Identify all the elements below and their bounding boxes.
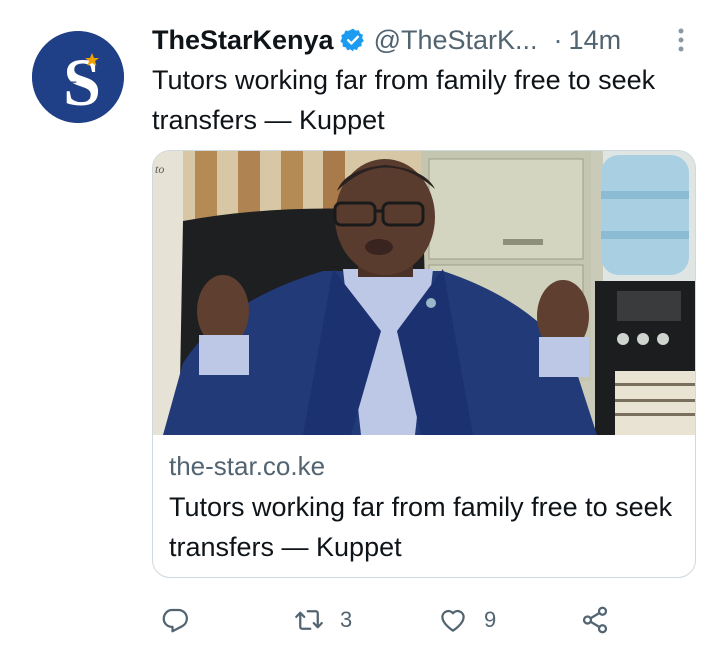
card-title: Tutors working far from family free to s… xyxy=(169,492,673,562)
retweet-count: 3 xyxy=(340,607,353,632)
separator-dot: · xyxy=(553,24,563,55)
reply-icon xyxy=(160,605,190,635)
thestar-logo: S THE xyxy=(32,31,124,123)
tweet-header: TheStarKenya @TheStarK... · 14m xyxy=(152,22,697,58)
like-button[interactable]: 9 xyxy=(438,600,496,640)
retweet-icon xyxy=(294,605,324,635)
avatar-small-text: THE xyxy=(55,80,77,92)
tweet-text: Tutors working far from family free to s… xyxy=(152,65,656,135)
author-handle[interactable]: @TheStarK... xyxy=(374,25,538,56)
share-button[interactable] xyxy=(580,600,610,640)
avatar[interactable]: S THE xyxy=(32,31,124,123)
link-card[interactable]: to the-star.co.ke Tutors working far fro… xyxy=(152,150,696,578)
retweet-button[interactable]: 3 xyxy=(294,600,352,640)
timestamp[interactable]: 14m xyxy=(569,25,622,56)
action-bar: 3 9 xyxy=(152,600,712,640)
author-name[interactable]: TheStarKenya xyxy=(152,25,334,56)
more-vertical-icon[interactable] xyxy=(673,26,689,54)
share-icon xyxy=(580,605,610,635)
reply-button[interactable] xyxy=(160,600,206,640)
verified-badge-icon xyxy=(339,27,366,53)
image-partial-text: to xyxy=(155,162,164,176)
card-domain: the-star.co.ke xyxy=(169,451,326,481)
card-image: to xyxy=(153,151,695,435)
heart-icon xyxy=(438,605,468,635)
like-count: 9 xyxy=(484,607,497,632)
